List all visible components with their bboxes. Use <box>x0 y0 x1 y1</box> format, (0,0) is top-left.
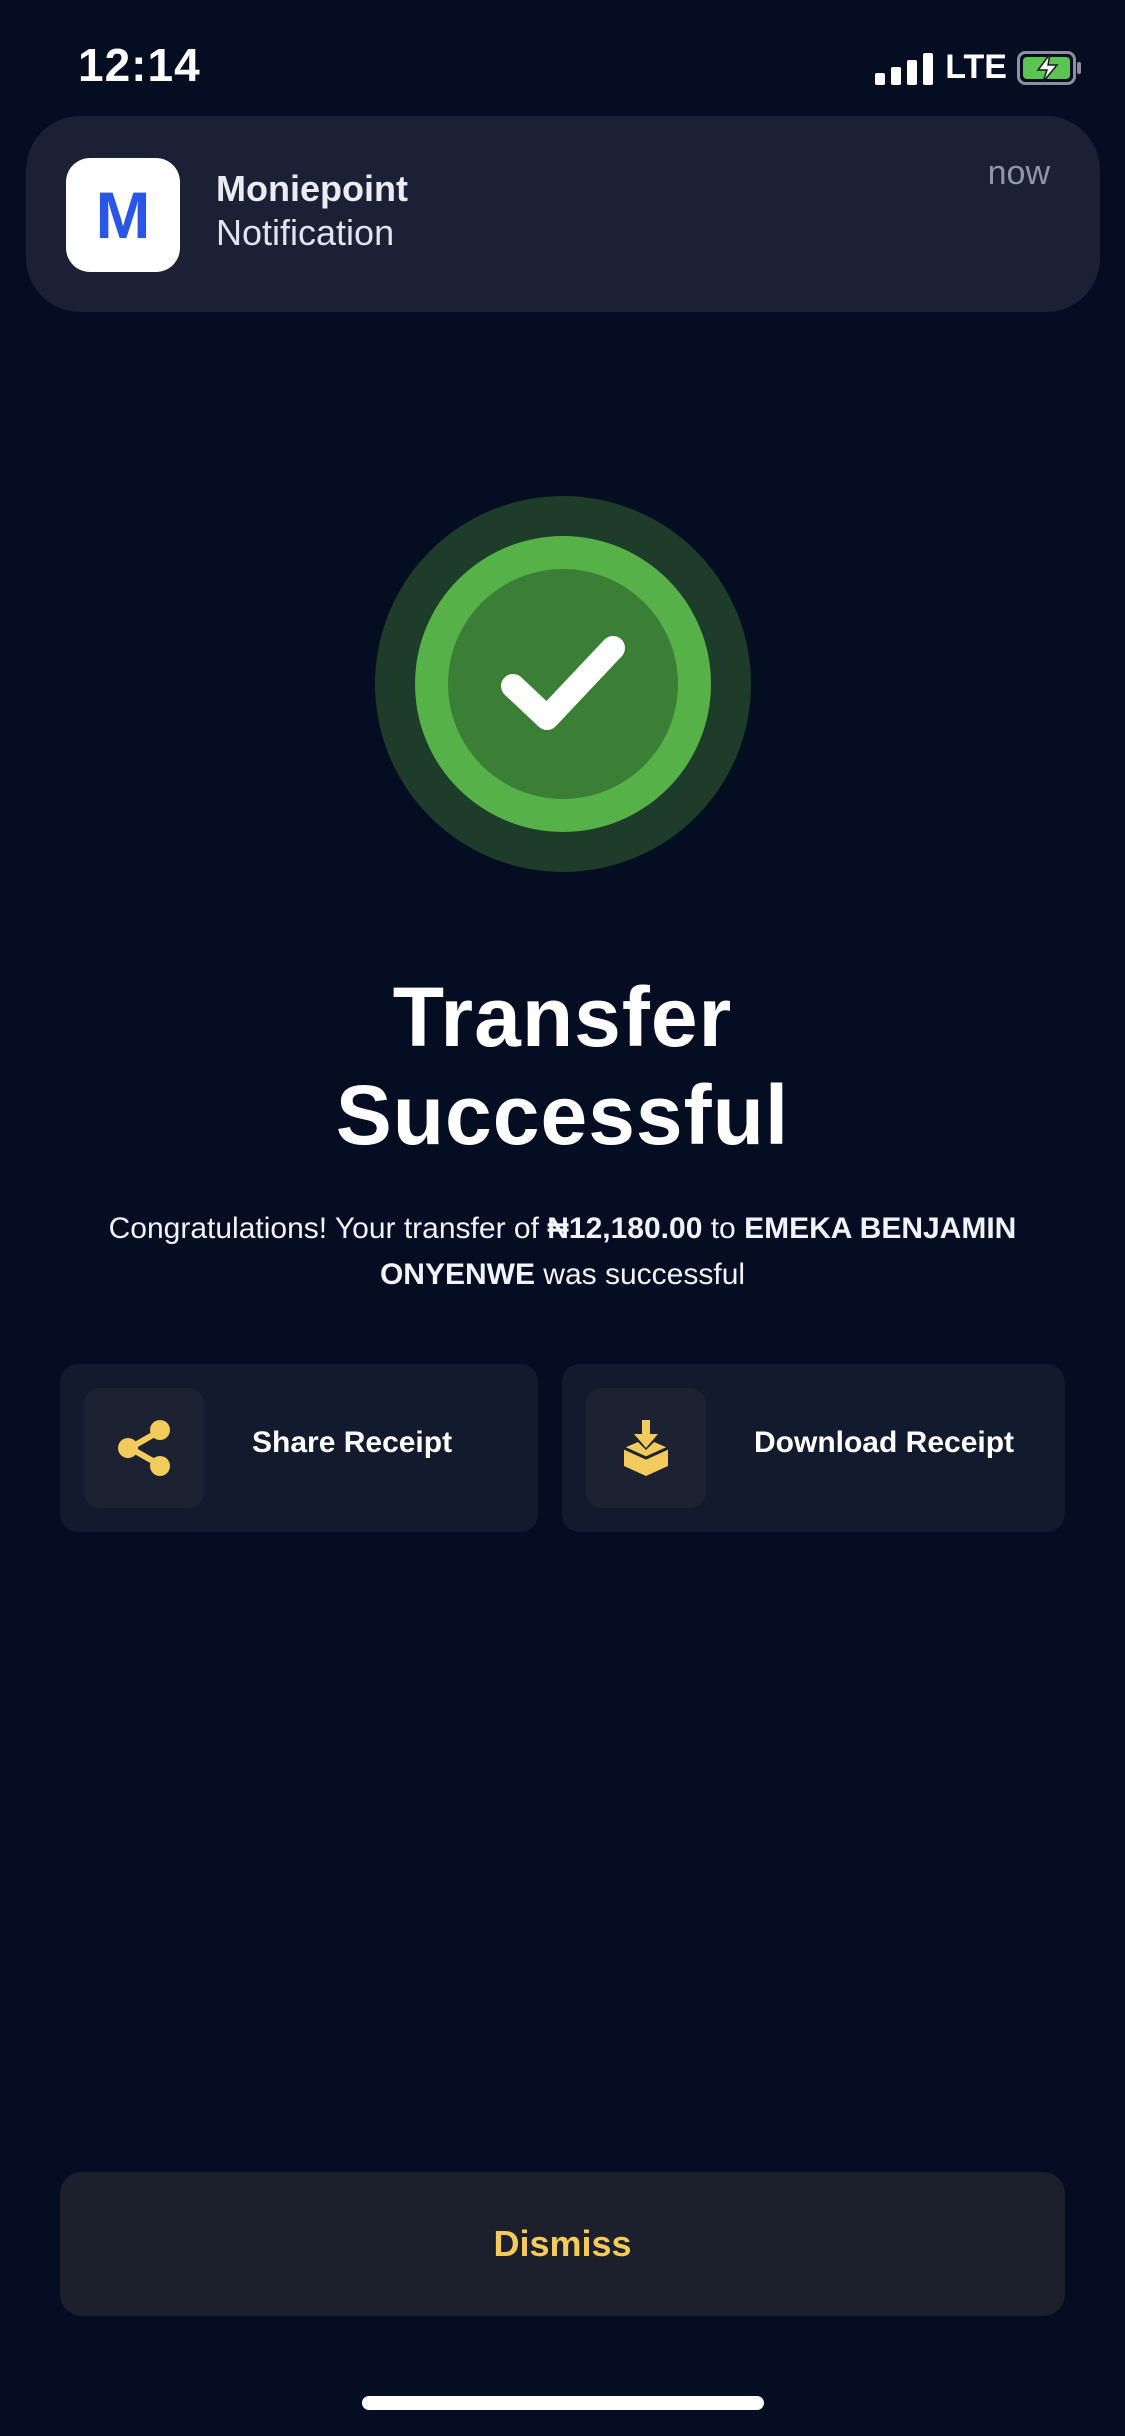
success-title-line1: Transfer <box>392 970 733 1064</box>
download-receipt-button[interactable]: Download Receipt <box>562 1364 1065 1532</box>
dismiss-button[interactable]: Dismiss <box>60 2172 1065 2316</box>
share-receipt-label: Share Receipt <box>252 1426 453 1459</box>
message-suffix: was successful <box>534 1258 746 1291</box>
message-middle: to <box>702 1212 745 1245</box>
moniepoint-app-icon: M <box>66 158 180 272</box>
app-icon-letter: M <box>95 178 151 252</box>
download-receipt-label: Download Receipt <box>754 1426 1015 1459</box>
battery-charging-icon <box>1017 50 1083 85</box>
success-checkmark-icon <box>375 496 751 872</box>
status-time: 12:14 <box>78 39 201 91</box>
notification-title: Moniepoint <box>216 168 408 209</box>
dismiss-label: Dismiss <box>493 2223 632 2264</box>
download-icon-box <box>586 1388 706 1508</box>
share-icon-box <box>84 1388 204 1508</box>
share-receipt-button[interactable]: Share Receipt <box>60 1364 538 1532</box>
notification-banner[interactable]: M Moniepoint Notification now <box>26 116 1100 312</box>
notification-time: now <box>987 154 1050 192</box>
success-message: Congratulations! Your transfer of ₦12,18… <box>50 1206 1075 1298</box>
share-icon <box>118 1420 170 1476</box>
notification-subtitle: Notification <box>216 212 395 253</box>
message-prefix: Congratulations! Your transfer of <box>108 1212 548 1245</box>
signal-icon <box>875 51 934 85</box>
download-box-icon <box>623 1420 669 1476</box>
status-indicators: LTE <box>875 48 1083 87</box>
network-label: LTE <box>945 48 1007 86</box>
status-bar: 12:14 LTE <box>0 0 1125 120</box>
success-title-line2: Successful <box>335 1068 790 1162</box>
home-indicator[interactable] <box>362 2396 764 2410</box>
success-title: Transfer Successful <box>0 968 1125 1164</box>
transfer-amount: ₦12,180.00 <box>547 1212 703 1245</box>
